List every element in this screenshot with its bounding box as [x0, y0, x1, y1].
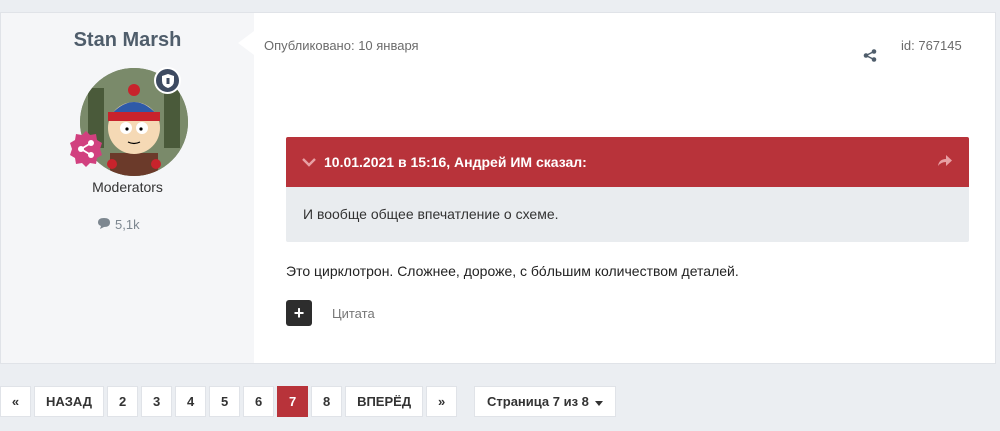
- caret-down-icon: [594, 394, 603, 409]
- post-content: Это цирклотрон. Сложнее, дороже, с бо́ль…: [286, 263, 739, 279]
- multiquote-add-button[interactable]: +: [286, 300, 312, 326]
- page-button-3[interactable]: 3: [141, 386, 173, 417]
- post-id[interactable]: id: 767145: [901, 38, 962, 53]
- go-to-quote-icon[interactable]: [937, 154, 953, 170]
- page-jump-label: Страница 7 из 8: [487, 394, 589, 409]
- page-button-4[interactable]: 4: [175, 386, 207, 417]
- page-button-6[interactable]: 6: [243, 386, 275, 417]
- page-button-2[interactable]: 2: [107, 386, 139, 417]
- share-icon[interactable]: [863, 49, 877, 67]
- post-container: Stan Marsh Moderators 5,1k Опубликовано:…: [0, 12, 996, 364]
- quote-block: 10.01.2021 в 15:16, Андрей ИМ сказал: И …: [286, 137, 969, 242]
- last-page-button[interactable]: »: [426, 386, 458, 417]
- prev-page-button[interactable]: НАЗАД: [34, 386, 105, 417]
- author-name[interactable]: Stan Marsh: [1, 29, 254, 52]
- page-button-current[interactable]: 7: [277, 386, 309, 417]
- quote-body: И вообще общее впечатление о схеме.: [303, 206, 559, 222]
- post-date[interactable]: Опубликовано: 10 января: [264, 38, 419, 53]
- page-button-5[interactable]: 5: [209, 386, 241, 417]
- posts-count-value: 5,1k: [115, 217, 140, 232]
- moderator-shield-badge: [154, 67, 181, 94]
- quote-header-text: 10.01.2021 в 15:16, Андрей ИМ сказал:: [324, 154, 587, 170]
- chevron-down-icon[interactable]: [302, 157, 316, 167]
- posts-count: 5,1k: [97, 217, 140, 232]
- author-group: Moderators: [92, 179, 163, 195]
- comment-icon: [97, 217, 111, 232]
- post-arrow: [238, 31, 254, 55]
- next-page-button[interactable]: ВПЕРЁД: [345, 386, 424, 417]
- first-page-button[interactable]: «: [0, 386, 31, 417]
- author-panel: Stan Marsh Moderators 5,1k: [1, 13, 254, 363]
- quote-header[interactable]: 10.01.2021 в 15:16, Андрей ИМ сказал:: [286, 137, 969, 187]
- share-network-icon: [67, 130, 105, 168]
- page-button-8[interactable]: 8: [311, 386, 343, 417]
- quote-button[interactable]: Цитата: [332, 306, 375, 321]
- page-jump-dropdown[interactable]: Страница 7 из 8: [474, 386, 616, 417]
- pagination: « НАЗАД 2 3 4 5 6 7 8 ВПЕРЁД »: [0, 386, 458, 418]
